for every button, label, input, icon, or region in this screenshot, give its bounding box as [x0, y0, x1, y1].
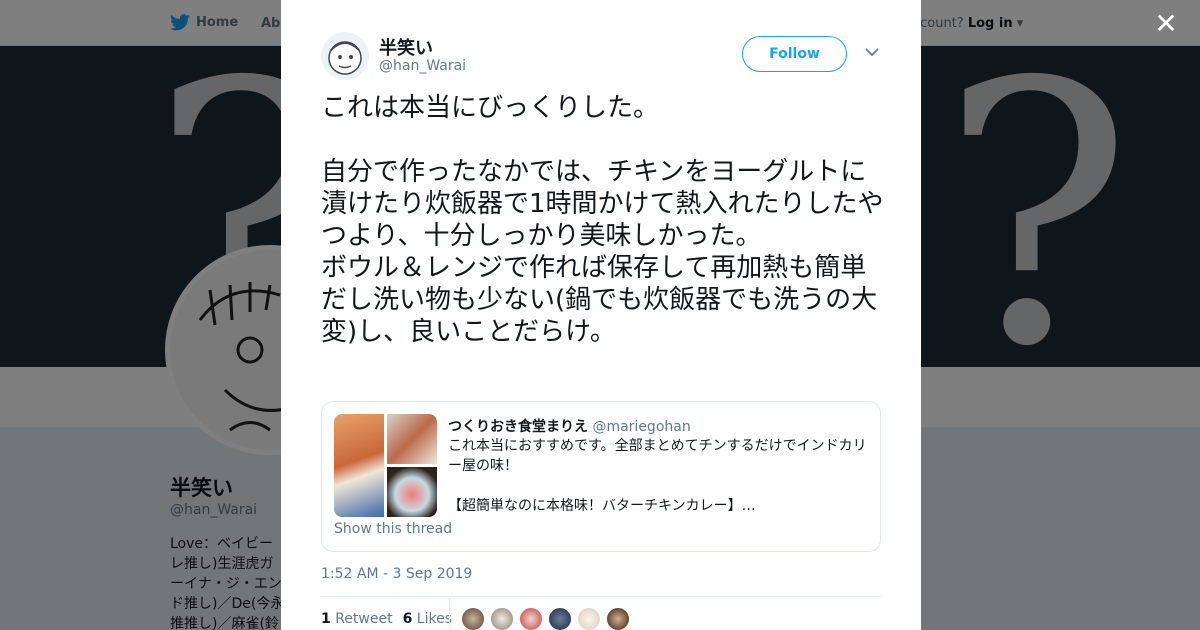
liker-avatar[interactable] [606, 607, 630, 630]
liker-avatar[interactable] [519, 607, 543, 630]
quoted-tweet-images[interactable] [334, 414, 437, 517]
bowl-image[interactable] [387, 467, 437, 517]
curry-image[interactable] [334, 414, 384, 517]
quoted-text: これ本当におすすめです。全部まとめてチンするだけでインドカリー屋の味！ 【超簡単… [448, 438, 867, 514]
tweet-timestamp[interactable]: 1:52 AM - 3 Sep 2019 [321, 566, 472, 582]
likes-label: Likes [416, 611, 452, 627]
liker-avatar[interactable] [577, 607, 601, 630]
user-name[interactable]: 半笑い [379, 34, 433, 60]
quoted-author: つくりおき食堂まりえ @mariegohan [448, 416, 691, 436]
stats-divider [449, 598, 450, 630]
likes-count: 6 [402, 611, 413, 627]
follow-button[interactable]: Follow [742, 36, 847, 72]
quoted-author-handle: @mariegohan [592, 419, 691, 435]
liker-avatar[interactable] [490, 607, 514, 630]
show-thread-link[interactable]: Show this thread [334, 521, 452, 537]
avatar-face-drawing [328, 41, 362, 75]
quoted-tweet[interactable]: つくりおき食堂まりえ @mariegohan これ本当におすすめです。全部まとめ… [321, 401, 881, 552]
retweet-count: 1 [321, 611, 331, 627]
likes-stat[interactable]: 6 Likes [403, 611, 452, 627]
divider [321, 596, 881, 597]
chevron-down-icon[interactable] [864, 44, 880, 60]
liker-avatar[interactable] [461, 607, 485, 630]
close-icon[interactable]: ✕ [1154, 10, 1178, 38]
liker-avatar[interactable] [548, 607, 572, 630]
dish-image[interactable] [387, 414, 437, 464]
quoted-author-name: つくりおき食堂まりえ [448, 419, 588, 435]
retweet-stat[interactable]: 1 Retweet [321, 611, 393, 627]
retweet-label: Retweet [335, 611, 393, 627]
tweet-text: これは本当にびっくりした。 自分で作ったなかでは、チキンをヨーグルトに漬けたり炊… [321, 93, 884, 347]
user-avatar[interactable] [321, 32, 369, 80]
user-handle[interactable]: @han_Warai [379, 58, 466, 74]
tweet-stats: 1 Retweet 6 Likes [321, 611, 452, 627]
liker-avatars [461, 607, 630, 630]
tweet-modal: 半笑い @han_Warai Follow これは本当にびっくりした。 自分で作… [281, 0, 921, 630]
